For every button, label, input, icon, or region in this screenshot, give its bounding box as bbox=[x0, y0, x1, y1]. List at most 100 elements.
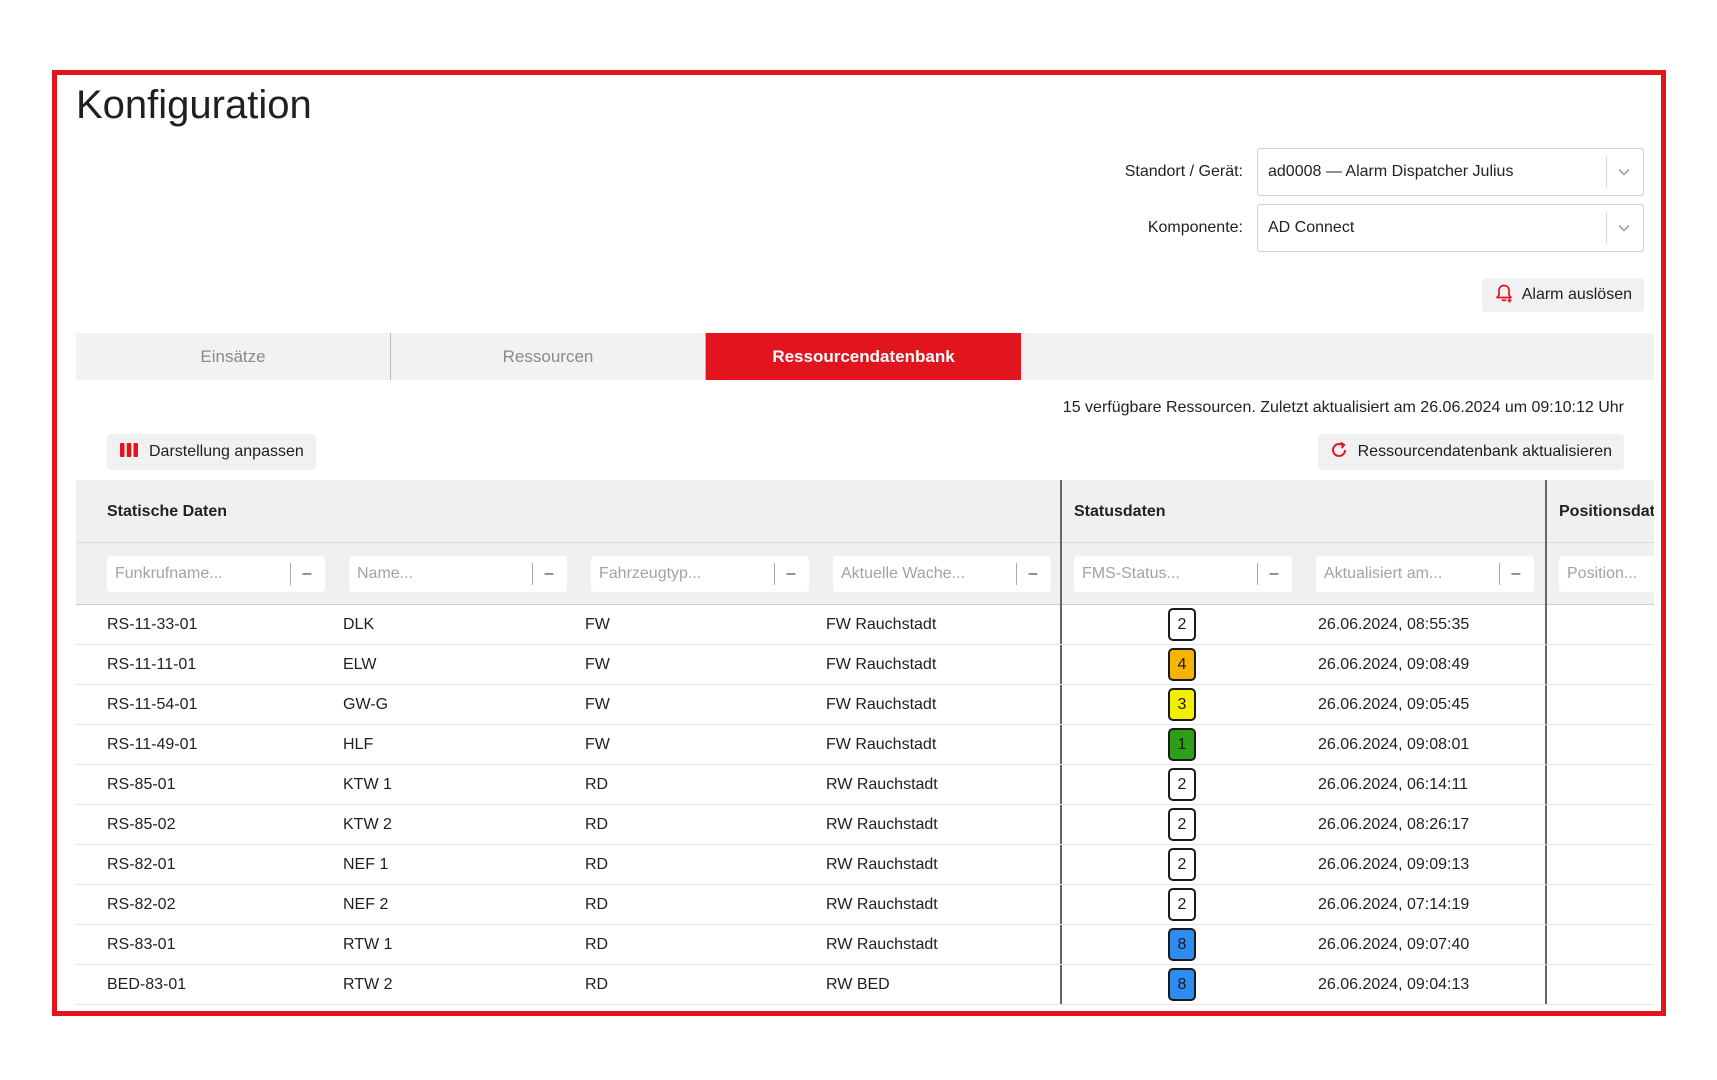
cell-position bbox=[1547, 645, 1654, 684]
cell-wache: FW Rauchstadt bbox=[799, 685, 1062, 724]
minus-icon[interactable]: – bbox=[781, 556, 801, 592]
minus-icon[interactable]: – bbox=[539, 556, 559, 592]
table-row[interactable]: BED-83-01 RTW 2 RD RW BED 8 26.06.2024, … bbox=[76, 965, 1654, 1005]
tab-bar: Einsätze Ressourcen Ressourcendatenbank bbox=[76, 333, 1654, 380]
fms-status-filter-input[interactable] bbox=[1074, 556, 1244, 591]
table-row[interactable]: RS-82-01 NEF 1 RD RW Rauchstadt 2 26.06.… bbox=[76, 845, 1654, 885]
cell-funkrufname: RS-11-11-01 bbox=[107, 655, 197, 673]
cell-wache: RW Rauchstadt bbox=[799, 845, 1062, 884]
fms-status-badge: 1 bbox=[1168, 728, 1196, 761]
standort-label: Standort / Gerät: bbox=[1124, 163, 1243, 180]
fahrzeugtyp-filter-input[interactable] bbox=[591, 556, 761, 591]
cell-fms-status: 1 bbox=[1062, 725, 1302, 764]
chevron-down-icon[interactable] bbox=[1613, 149, 1635, 195]
cell-wache: FW Rauchstadt bbox=[799, 725, 1062, 764]
table-row[interactable]: RS-85-01 KTW 1 RD RW Rauchstadt 2 26.06.… bbox=[76, 765, 1654, 805]
funkrufname-filter-input[interactable] bbox=[107, 556, 277, 591]
cell-funkrufname: RS-82-02 bbox=[107, 895, 176, 913]
komponente-row: Komponente: AD Connect bbox=[1148, 204, 1644, 252]
cell-wache: RW Rauchstadt bbox=[799, 885, 1062, 924]
position-filter bbox=[1559, 555, 1654, 592]
cell-aktualisiert: 26.06.2024, 07:14:19 bbox=[1302, 885, 1547, 924]
minus-icon[interactable]: – bbox=[1506, 556, 1526, 592]
filter-separator bbox=[290, 562, 291, 585]
cell-fms-status: 2 bbox=[1062, 605, 1302, 644]
cell-name: RTW 1 bbox=[343, 935, 393, 953]
standort-select[interactable]: ad0008 — Alarm Dispatcher Julius bbox=[1257, 148, 1644, 196]
cell-fahrzeugtyp: RD bbox=[585, 935, 609, 953]
cell-name: NEF 1 bbox=[343, 855, 389, 873]
page-title: Konfiguration bbox=[76, 83, 312, 127]
fahrzeugtyp-filter: – bbox=[591, 555, 809, 592]
aktualisiert-filter-input[interactable] bbox=[1316, 556, 1486, 591]
komponente-value: AD Connect bbox=[1268, 219, 1355, 236]
refresh-icon bbox=[1330, 441, 1348, 464]
refresh-database-button[interactable]: Ressourcendatenbank aktualisieren bbox=[1317, 434, 1624, 470]
table-row[interactable]: RS-11-11-01 ELW FW FW Rauchstadt 4 26.06… bbox=[76, 645, 1654, 685]
cell-wache: RW BED bbox=[799, 965, 1062, 1004]
table-row[interactable]: RS-11-49-01 HLF FW FW Rauchstadt 1 26.06… bbox=[76, 725, 1654, 765]
komponente-select[interactable]: AD Connect bbox=[1257, 204, 1644, 252]
table-row[interactable]: RS-11-33-01 DLK FW FW Rauchstadt 2 26.06… bbox=[76, 605, 1654, 645]
fms-status-badge: 8 bbox=[1168, 928, 1196, 961]
cell-wache: FW Rauchstadt bbox=[799, 605, 1062, 644]
minus-icon[interactable]: – bbox=[1264, 556, 1284, 592]
filter-separator bbox=[774, 562, 775, 585]
status-filters: – – bbox=[1062, 542, 1547, 605]
filter-row: – – – – bbox=[76, 542, 1654, 605]
cell-fms-status: 8 bbox=[1062, 965, 1302, 1004]
fms-status-badge: 2 bbox=[1168, 848, 1196, 881]
tab-einsaetze[interactable]: Einsätze bbox=[76, 333, 391, 380]
columns-icon bbox=[119, 442, 139, 463]
refresh-database-label: Ressourcendatenbank aktualisieren bbox=[1357, 443, 1612, 460]
minus-icon[interactable]: – bbox=[297, 556, 317, 592]
table-row[interactable]: RS-83-01 RTW 1 RD RW Rauchstadt 8 26.06.… bbox=[76, 925, 1654, 965]
select-divider bbox=[1606, 157, 1607, 187]
table-row[interactable]: RS-11-54-01 GW-G FW FW Rauchstadt 3 26.0… bbox=[76, 685, 1654, 725]
cell-name: KTW 1 bbox=[343, 775, 392, 793]
cell-fms-status: 2 bbox=[1062, 885, 1302, 924]
cell-position bbox=[1547, 685, 1654, 724]
fms-status-badge: 8 bbox=[1168, 968, 1196, 1001]
chevron-down-icon[interactable] bbox=[1613, 205, 1635, 251]
position-filter-input[interactable] bbox=[1559, 556, 1654, 591]
customize-view-button[interactable]: Darstellung anpassen bbox=[107, 434, 316, 470]
position-filters bbox=[1547, 543, 1654, 605]
wache-filter-input[interactable] bbox=[833, 556, 1003, 591]
tab-ressourcendatenbank[interactable]: Ressourcendatenbank bbox=[706, 333, 1021, 380]
cell-funkrufname: BED-83-01 bbox=[107, 975, 187, 993]
name-filter-input[interactable] bbox=[349, 556, 519, 591]
cell-aktualisiert: 26.06.2024, 09:09:13 bbox=[1302, 845, 1547, 884]
cell-aktualisiert: 26.06.2024, 09:07:40 bbox=[1302, 925, 1547, 964]
cell-position bbox=[1547, 965, 1654, 1004]
filter-separator bbox=[1499, 562, 1500, 585]
resource-info-text: 15 verfügbare Ressourcen. Zuletzt aktual… bbox=[1062, 399, 1624, 416]
cell-position bbox=[1547, 845, 1654, 884]
standort-row: Standort / Gerät: ad0008 — Alarm Dispatc… bbox=[1125, 148, 1644, 196]
cell-name: GW-G bbox=[343, 695, 389, 713]
cell-fahrzeugtyp: FW bbox=[585, 655, 610, 673]
alarm-button[interactable]: Alarm auslösen bbox=[1481, 278, 1644, 312]
table-body: RS-11-33-01 DLK FW FW Rauchstadt 2 26.06… bbox=[76, 605, 1654, 1005]
column-group-header: Statische Daten Statusdaten Positionsdat bbox=[76, 480, 1654, 543]
tab-ressourcen[interactable]: Ressourcen bbox=[391, 333, 706, 380]
filter-separator bbox=[532, 562, 533, 585]
cell-aktualisiert: 26.06.2024, 08:26:17 bbox=[1302, 805, 1547, 844]
cell-fms-status: 8 bbox=[1062, 925, 1302, 964]
cell-wache: RW Rauchstadt bbox=[799, 765, 1062, 804]
alarm-button-label: Alarm auslösen bbox=[1521, 286, 1632, 303]
minus-icon[interactable]: – bbox=[1023, 556, 1043, 592]
customize-view-label: Darstellung anpassen bbox=[149, 443, 304, 460]
fms-status-filter: – bbox=[1074, 555, 1292, 592]
cell-funkrufname: RS-83-01 bbox=[107, 935, 176, 953]
table-row[interactable]: RS-85-02 KTW 2 RD RW Rauchstadt 2 26.06.… bbox=[76, 805, 1654, 845]
funkrufname-filter: – bbox=[107, 555, 325, 592]
fms-status-badge: 2 bbox=[1168, 888, 1196, 921]
cell-position bbox=[1547, 925, 1654, 964]
cell-fms-status: 2 bbox=[1062, 805, 1302, 844]
cell-fahrzeugtyp: FW bbox=[585, 695, 610, 713]
cell-name: ELW bbox=[343, 655, 377, 673]
table-row[interactable]: RS-82-02 NEF 2 RD RW Rauchstadt 2 26.06.… bbox=[76, 885, 1654, 925]
cell-position bbox=[1547, 725, 1654, 764]
fms-status-badge: 2 bbox=[1168, 768, 1196, 801]
